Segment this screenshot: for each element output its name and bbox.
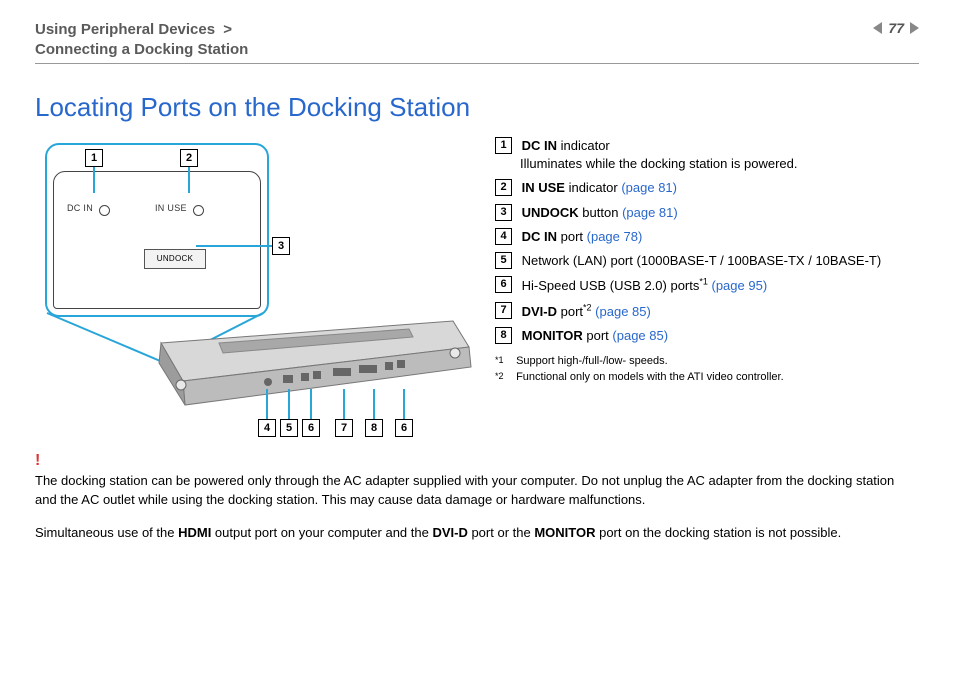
next-page-icon[interactable] [910, 22, 919, 34]
page-ref-link[interactable]: (page 78) [587, 229, 643, 244]
leader-6 [310, 389, 312, 419]
legend-text: DC IN indicator [522, 138, 610, 153]
leader-2 [188, 167, 190, 193]
leader-1 [93, 167, 95, 193]
page-ref-link[interactable]: (page 85) [595, 304, 651, 319]
legend-text: DVI-D port*2 (page 85) [522, 304, 651, 319]
undock-button: UNDOCK [144, 249, 206, 269]
page-header: Using Peripheral Devices > Connecting a … [35, 20, 919, 64]
indicator-panel: DC IN IN USE UNDOCK [45, 143, 269, 317]
breadcrumb-page: Connecting a Docking Station [35, 41, 248, 58]
footnotes: *1 Support high-/full-/low- speeds. *2 F… [495, 355, 919, 383]
legend-text: IN USE indicator (page 81) [522, 180, 677, 195]
leader-7 [343, 389, 345, 419]
legend-num: 6 [495, 276, 512, 293]
page-ref-link[interactable]: (page 81) [622, 205, 678, 220]
legend-text: UNDOCK button (page 81) [522, 205, 678, 220]
leader-3 [196, 245, 272, 247]
callout-2: 2 [180, 149, 198, 167]
legend-text: MONITOR port (page 85) [522, 328, 668, 343]
legend-text: Network (LAN) port (1000BASE-T / 100BASE… [522, 253, 882, 268]
legend-text: DC IN port (page 78) [522, 229, 643, 244]
footnote-text: Support high-/full-/low- speeds. [516, 355, 668, 367]
page-title: Locating Ports on the Docking Station [35, 92, 919, 123]
legend-num: 7 [495, 302, 512, 319]
in-use-label: IN USE [155, 203, 187, 213]
callout-3: 3 [272, 237, 290, 255]
legend-num: 8 [495, 327, 512, 344]
footnote-ref: *1 [699, 277, 708, 287]
legend-item-8: 8 MONITOR port (page 85) [495, 327, 919, 345]
callout-4: 4 [258, 419, 276, 437]
callout-6b: 6 [395, 419, 413, 437]
panel-outline [53, 171, 261, 309]
page-ref-link[interactable]: (page 85) [612, 328, 668, 343]
legend-item-1: 1 DC IN indicator Illuminates while the … [495, 137, 919, 173]
legend-item-5: 5 Network (LAN) port (1000BASE-T / 100BA… [495, 252, 919, 270]
breadcrumb-separator: > [219, 21, 236, 38]
leader-6b [403, 389, 405, 419]
legend-subtext: Illuminates while the docking station is… [520, 155, 919, 173]
dc-in-led-icon [99, 205, 110, 216]
dock-body-illustration [153, 319, 473, 409]
legend-item-4: 4 DC IN port (page 78) [495, 228, 919, 246]
legend-num: 3 [495, 204, 512, 221]
breadcrumb: Using Peripheral Devices > Connecting a … [35, 20, 248, 59]
footnote-1: *1 Support high-/full-/low- speeds. [495, 355, 919, 367]
legend-num: 2 [495, 179, 512, 196]
docking-station-figure: DC IN IN USE UNDOCK 1 2 3 [35, 133, 475, 443]
callout-7: 7 [335, 419, 353, 437]
page-number: 77 [888, 20, 904, 36]
legend-item-3: 3 UNDOCK button (page 81) [495, 204, 919, 222]
callout-8: 8 [365, 419, 383, 437]
footnote-2: *2 Functional only on models with the AT… [495, 371, 919, 383]
warning-block: ! The docking station can be powered onl… [35, 449, 919, 510]
page-nav: 77 [873, 20, 919, 36]
callout-1: 1 [85, 149, 103, 167]
legend-num: 1 [495, 137, 512, 154]
footnote-mark: *1 [495, 355, 513, 365]
breadcrumb-section: Using Peripheral Devices [35, 21, 215, 38]
leader-5 [288, 389, 290, 419]
legend-text: Hi-Speed USB (USB 2.0) ports*1 (page 95) [522, 278, 768, 293]
prev-page-icon[interactable] [873, 22, 882, 34]
legend-num: 5 [495, 252, 512, 269]
leader-4 [266, 389, 268, 419]
compatibility-note: Simultaneous use of the HDMI output port… [35, 524, 919, 543]
legend-item-6: 6 Hi-Speed USB (USB 2.0) ports*1 (page 9… [495, 276, 919, 296]
callout-6: 6 [302, 419, 320, 437]
footnote-ref: *2 [583, 303, 592, 313]
page-ref-link[interactable]: (page 81) [621, 180, 677, 195]
in-use-led-icon [193, 205, 204, 216]
legend-num: 4 [495, 228, 512, 245]
leader-8 [373, 389, 375, 419]
footnote-text: Functional only on models with the ATI v… [516, 371, 784, 383]
legend-item-2: 2 IN USE indicator (page 81) [495, 179, 919, 197]
warning-text: The docking station can be powered only … [35, 473, 894, 507]
callout-5: 5 [280, 419, 298, 437]
warning-icon: ! [35, 449, 919, 472]
dc-in-label: DC IN [67, 203, 93, 213]
port-legend: 1 DC IN indicator Illuminates while the … [495, 137, 919, 345]
legend-item-7: 7 DVI-D port*2 (page 85) [495, 302, 919, 322]
page-ref-link[interactable]: (page 95) [712, 278, 768, 293]
footnote-mark: *2 [495, 371, 513, 381]
